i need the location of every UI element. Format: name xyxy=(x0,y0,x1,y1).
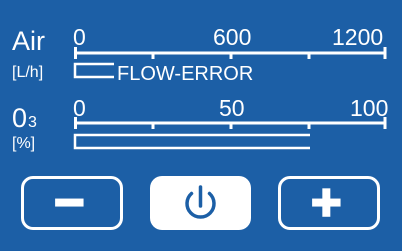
power-button[interactable] xyxy=(150,176,251,230)
ozone-label-subscript: 3 xyxy=(28,114,37,131)
air-flow-bar xyxy=(73,62,114,79)
ozone-tick-max: 100 xyxy=(350,95,388,121)
air-unit: [L/h] xyxy=(12,64,43,81)
air-tick-min: 0 xyxy=(73,24,86,50)
power-icon xyxy=(185,185,216,219)
ozone-label: 0 xyxy=(12,103,27,133)
ozone-level-bar xyxy=(73,133,310,150)
air-tick-mid: 600 xyxy=(213,24,251,50)
increase-button[interactable] xyxy=(278,176,380,230)
decrease-button[interactable] xyxy=(21,176,123,230)
air-label: Air xyxy=(12,26,45,56)
control-panel-screen: Air [L/h] 0 600 1200 FLOW-ERROR 0 3 [%] … xyxy=(0,0,402,251)
ozone-tick-mid: 50 xyxy=(219,95,245,121)
minus-icon xyxy=(55,198,84,207)
air-tick-max: 1200 xyxy=(332,24,383,50)
plus-icon xyxy=(312,188,341,217)
air-status-text: FLOW-ERROR xyxy=(117,63,253,85)
ozone-unit: [%] xyxy=(12,135,35,152)
